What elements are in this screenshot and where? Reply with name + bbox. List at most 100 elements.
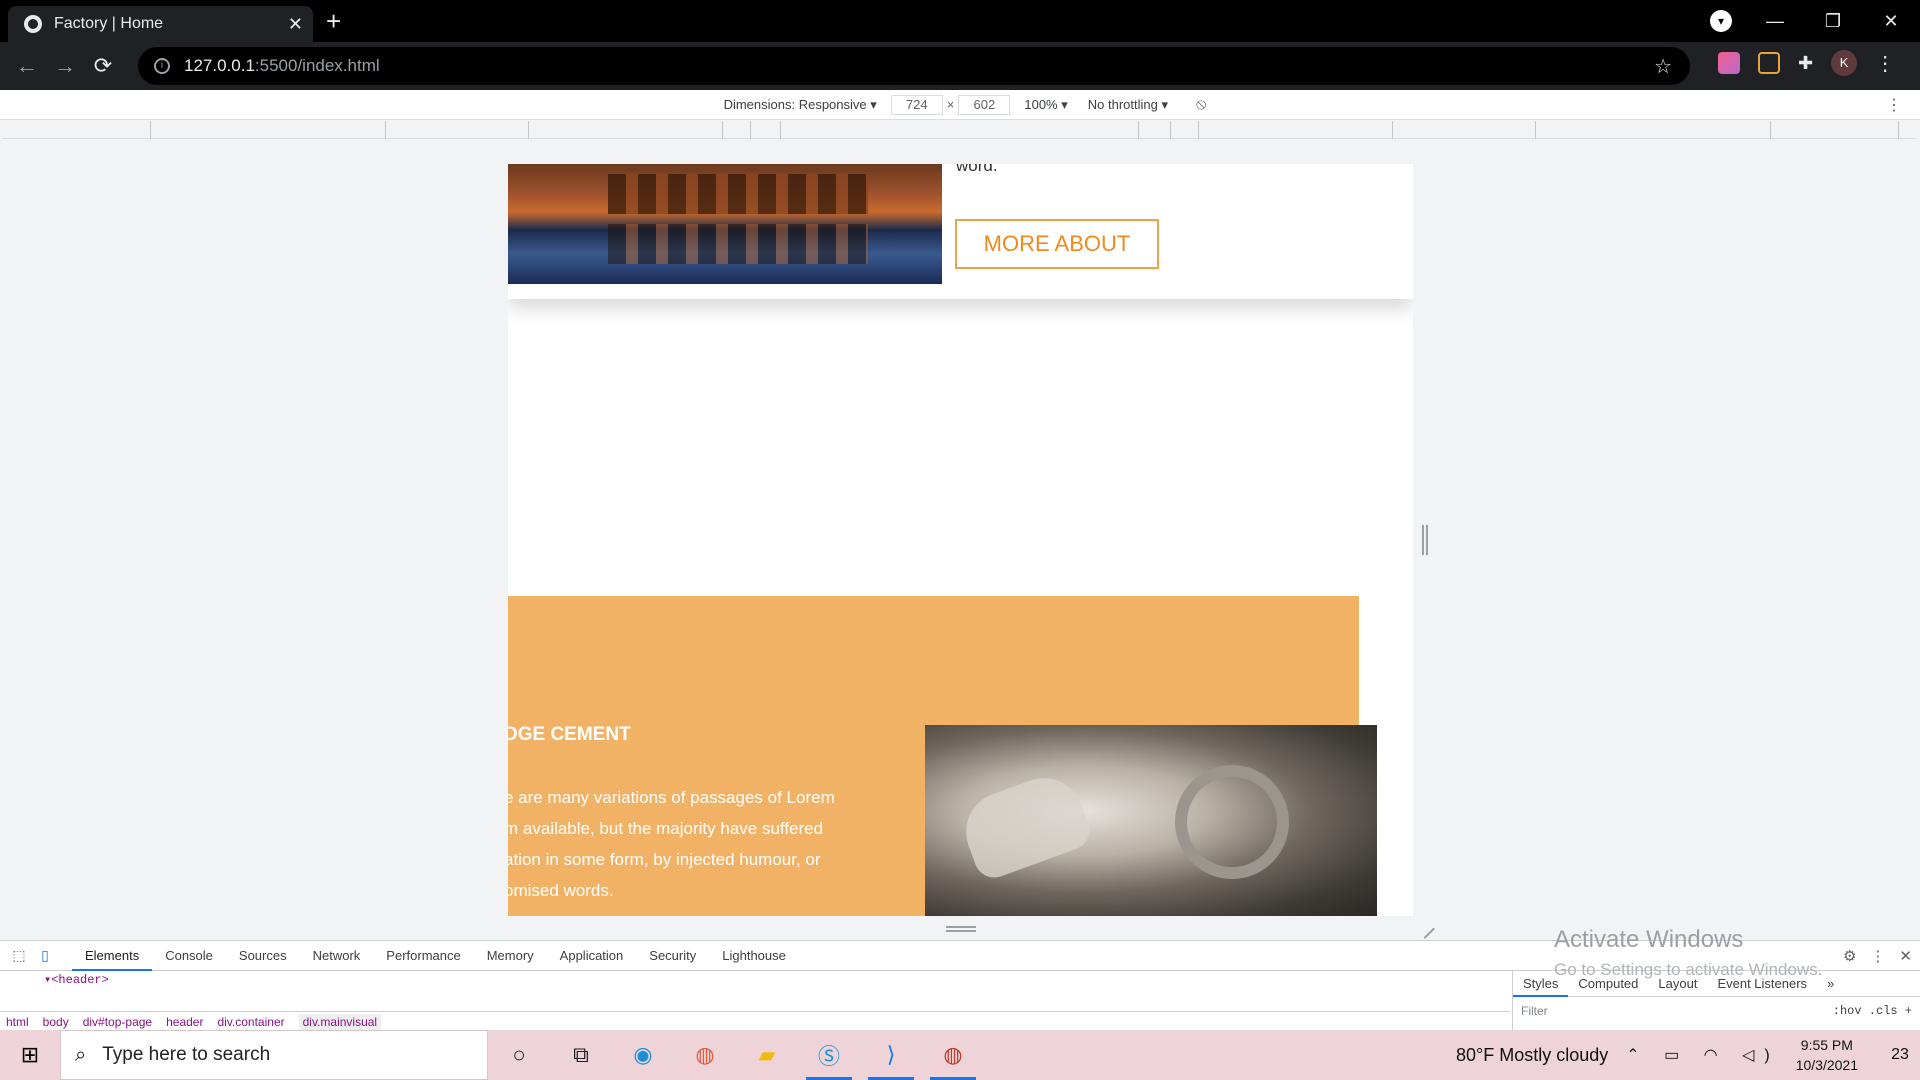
cement-heading: DGE CEMENT [508, 724, 631, 745]
resize-handle-bottom[interactable] [946, 926, 976, 932]
tab-security[interactable]: Security [636, 941, 709, 971]
windows-start-icon[interactable]: ⊞ [0, 1042, 60, 1068]
zoom-dropdown[interactable]: 100% ▾ [1024, 97, 1067, 113]
height-input[interactable]: 602 [958, 94, 1011, 115]
tab-close-icon[interactable]: ✕ [288, 14, 303, 35]
close-window-button[interactable]: ✕ [1862, 11, 1920, 32]
restore-button[interactable]: ❐ [1804, 11, 1862, 32]
breadcrumb-body[interactable]: body [43, 1015, 69, 1029]
tab-network[interactable]: Network [300, 941, 374, 971]
media-query-marker [1138, 121, 1139, 139]
tab-performance[interactable]: Performance [373, 941, 473, 971]
address-bar[interactable]: i 127.0.0.1:5500/index.html ☆ [138, 47, 1690, 85]
more-about-button[interactable]: MORE ABOUT [955, 219, 1159, 269]
profile-avatar[interactable]: K [1831, 50, 1858, 76]
rotate-icon[interactable]: ⦸ [1196, 96, 1206, 114]
cement-line: ation in some form, by injected humour, … [508, 850, 821, 869]
worker-photo [925, 725, 1377, 916]
about-card: word. MORE ABOUT [508, 164, 1413, 299]
cement-line: e are many variations of passages of Lor… [508, 788, 835, 807]
vscode-icon[interactable]: ⟩ [860, 1030, 922, 1080]
styles-filter-input[interactable]: Filter [1521, 1004, 1548, 1018]
breadcrumb-mainvisual[interactable]: div.mainvisual [298, 1013, 382, 1030]
weather-widget[interactable]: 80°F Mostly cloudy [1456, 1045, 1608, 1066]
throttling-dropdown[interactable]: No throttling ▾ [1088, 97, 1168, 113]
breadcrumb-container[interactable]: div.container [217, 1015, 284, 1029]
devtools-actions: ⚙ ⋮ ✕ [1843, 941, 1912, 971]
styles-filter-tools[interactable]: :hov .cls + [1833, 1004, 1912, 1018]
gradient-extension-icon[interactable] [1718, 52, 1740, 74]
edge-icon[interactable]: ◉ [612, 1030, 674, 1080]
task-view-icon[interactable]: ⧉ [550, 1030, 612, 1080]
media-query-marker [1170, 121, 1171, 139]
settings-gear-icon[interactable]: ⚙ [1843, 947, 1856, 965]
screenshot-extension-icon[interactable] [1758, 52, 1780, 74]
media-query-marker [1198, 121, 1199, 139]
device-toggle-icon[interactable]: ▯ [32, 947, 58, 964]
taskbar-search[interactable]: ⌕ Type here to search [60, 1030, 488, 1080]
breadcrumb-html[interactable]: html [6, 1015, 29, 1029]
inspect-element-icon[interactable]: ⬚ [6, 947, 32, 964]
browser-tab[interactable]: Factory | Home ✕ [8, 6, 313, 42]
menu-kebab-icon[interactable]: ⋮ [1875, 51, 1895, 76]
search-placeholder: Type here to search [102, 1044, 271, 1065]
media-query-marker [1770, 121, 1771, 139]
media-query-marker [385, 121, 386, 139]
info-icon[interactable]: i [154, 58, 170, 74]
dimensions-dropdown[interactable]: Dimensions: Responsive ▾ [724, 97, 877, 113]
tab-application[interactable]: Application [547, 941, 637, 971]
forward-arrow-icon[interactable]: → [46, 53, 84, 79]
skype-icon[interactable]: Ⓢ [798, 1030, 860, 1080]
dom-breadcrumbs: html body div#top-page header div.contai… [0, 1011, 1510, 1031]
devtools-more-icon[interactable]: ⋮ [1870, 947, 1885, 965]
clock[interactable]: 9:55 PM 10/3/2021 [1796, 1035, 1858, 1075]
dom-tree[interactable]: ▾<header> [0, 971, 1500, 1011]
tab-console[interactable]: Console [152, 941, 226, 971]
media-query-marker [150, 121, 151, 139]
url-path: :5500/index.html [254, 56, 380, 75]
download-icon[interactable]: ▾ [1710, 10, 1732, 32]
dom-node-header[interactable]: ▾<header> [44, 971, 1500, 989]
ship-photo [508, 164, 942, 284]
media-query-marker [1898, 121, 1899, 139]
device-more-icon[interactable]: ⋮ [1886, 95, 1902, 115]
cortana-icon[interactable]: ○ [488, 1030, 550, 1080]
tray-icons[interactable]: ⌃ ▭ ◠ ◁) [1626, 1045, 1779, 1065]
system-tray: 80°F Mostly cloudy ⌃ ▭ ◠ ◁) 9:55 PM 10/3… [1456, 1030, 1920, 1080]
puzzle-icon[interactable]: ✚ [1798, 53, 1813, 74]
chrome-profile-icon[interactable]: ◍ [922, 1030, 984, 1080]
notification-center-icon[interactable]: 23 [1880, 1046, 1920, 1064]
clock-date: 10/3/2021 [1795, 1057, 1858, 1073]
tab-sources[interactable]: Sources [226, 941, 300, 971]
chrome-icon[interactable]: ◍ [674, 1030, 736, 1080]
reload-icon[interactable]: ⟳ [84, 53, 122, 79]
url-host: 127.0.0.1 [184, 56, 255, 75]
times-sign: × [946, 97, 955, 112]
window-controls: — ❐ ✕ [1746, 0, 1920, 42]
media-query-bar[interactable] [2, 121, 1916, 139]
bookmark-star-icon[interactable]: ☆ [1654, 54, 1672, 79]
globe-icon [24, 15, 42, 33]
width-input[interactable]: 724 [890, 94, 943, 115]
styles-pane: Styles Computed Layout Event Listeners »… [1512, 971, 1920, 1031]
extensions-area: ✚ K ⋮ [1718, 50, 1895, 76]
new-tab-button[interactable]: + [326, 6, 341, 36]
file-explorer-icon[interactable]: ▰ [736, 1030, 798, 1080]
windows-taskbar: ⊞ ⌕ Type here to search ○ ⧉ ◉ ◍ ▰ Ⓢ ⟩ ◍ … [0, 1030, 1920, 1080]
browser-toolbar: ← → ⟳ i 127.0.0.1:5500/index.html ☆ ✚ K … [0, 42, 1920, 90]
breadcrumb-top-page[interactable]: div#top-page [83, 1015, 152, 1029]
cement-paragraph: e are many variations of passages of Lor… [508, 782, 864, 906]
resize-handle-right[interactable] [1422, 525, 1428, 555]
tab-elements[interactable]: Elements [72, 941, 153, 971]
notification-count: 23 [1891, 1046, 1909, 1063]
devtools-close-icon[interactable]: ✕ [1899, 947, 1912, 965]
search-icon: ⌕ [75, 1043, 87, 1066]
tab-memory[interactable]: Memory [474, 941, 547, 971]
back-arrow-icon[interactable]: ← [8, 53, 46, 79]
media-query-marker [722, 121, 723, 139]
media-query-marker [780, 121, 781, 139]
breadcrumb-header[interactable]: header [166, 1015, 203, 1029]
tab-lighthouse[interactable]: Lighthouse [709, 941, 799, 971]
media-query-marker [528, 121, 529, 139]
minimize-button[interactable]: — [1746, 11, 1804, 32]
